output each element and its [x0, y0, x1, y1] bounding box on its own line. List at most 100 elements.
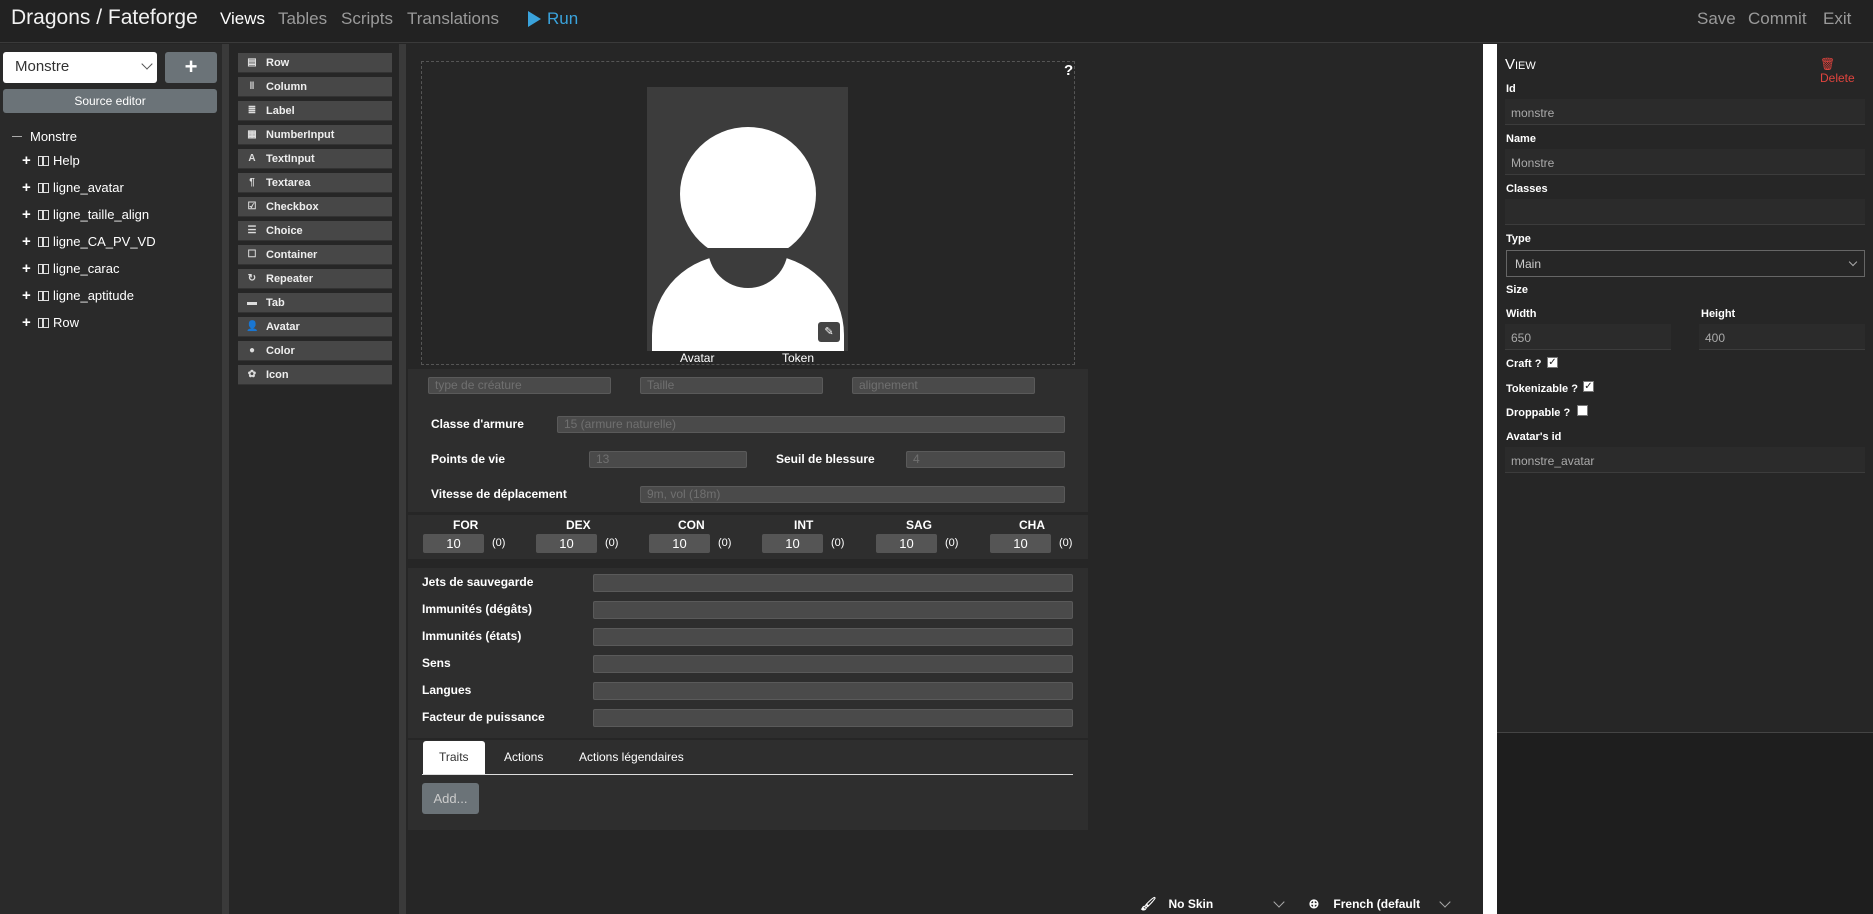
tab-traits[interactable]: Traits — [423, 741, 485, 774]
type-select[interactable]: Main — [1506, 250, 1865, 277]
table-icon — [38, 236, 49, 247]
component-icon[interactable]: ✿ Icon — [238, 365, 392, 385]
component-textarea[interactable]: ¶ Textarea — [238, 173, 392, 193]
stat-value-input[interactable]: 10 — [762, 534, 823, 553]
chevron-down-icon[interactable] — [1272, 896, 1285, 908]
expand-icon[interactable]: + — [22, 152, 34, 169]
tokenizable-label: Tokenizable ? — [1506, 383, 1578, 395]
help-icon[interactable]: ? — [1064, 62, 1073, 79]
edit-icon[interactable]: ✎ — [818, 322, 840, 342]
expand-icon[interactable]: + — [22, 179, 34, 196]
tab-actions-legendaires[interactable]: Actions légendaires — [563, 741, 700, 774]
component-label: NumberInput — [266, 128, 335, 141]
component-label[interactable]: ≣ Label — [238, 101, 392, 121]
skin-select[interactable]: No Skin — [1169, 897, 1275, 911]
component-container[interactable]: ☐ Container — [238, 245, 392, 265]
nav-tables[interactable]: Tables — [278, 9, 327, 29]
aptitude-input[interactable] — [593, 574, 1073, 592]
tree-item-ligne-avatar[interactable]: + ligne_avatar — [22, 179, 124, 196]
expand-icon[interactable]: + — [22, 233, 34, 250]
name-input[interactable]: Monstre — [1505, 149, 1865, 175]
expand-icon[interactable]: + — [22, 206, 34, 223]
component-row[interactable]: ▤ Row — [238, 53, 392, 73]
droppable-checkbox[interactable] — [1577, 405, 1588, 416]
tree-item-ligne-taille-align[interactable]: + ligne_taille_align — [22, 206, 149, 223]
component-column[interactable]: ‖ Column — [238, 77, 392, 97]
component-numberinput[interactable]: ▦ NumberInput — [238, 125, 392, 145]
view-select-value: Monstre — [15, 58, 70, 75]
component-tab[interactable]: ▬ Tab — [238, 293, 392, 313]
tree-item-row[interactable]: + Row — [22, 314, 79, 331]
add-button[interactable]: Add... — [422, 783, 479, 814]
stat-modifier: (0) — [718, 537, 732, 549]
right-splitter[interactable] — [1483, 44, 1497, 914]
palette-splitter[interactable] — [399, 44, 406, 914]
pv-label: Points de vie — [431, 452, 506, 466]
collapse-icon[interactable] — [12, 136, 22, 137]
classes-input[interactable] — [1505, 199, 1865, 225]
component-label: Container — [266, 248, 318, 261]
height-input[interactable]: 400 — [1699, 324, 1865, 350]
avatar-tab-label[interactable]: Avatar — [680, 351, 714, 365]
aptitude-input[interactable] — [593, 601, 1073, 619]
stat-name: FOR — [453, 518, 479, 532]
component-checkbox[interactable]: ☑ Checkbox — [238, 197, 392, 217]
tab-actions[interactable]: Actions — [488, 741, 559, 774]
stat-value-input[interactable]: 10 — [423, 534, 484, 553]
source-editor-button[interactable]: Source editor — [3, 89, 217, 113]
save-button[interactable]: Save — [1697, 9, 1736, 29]
tree-item-ligne-ca-pv-vd[interactable]: + ligne_CA_PV_VD — [22, 233, 156, 250]
commit-button[interactable]: Commit — [1748, 9, 1807, 29]
pv-input[interactable]: 13 — [589, 451, 747, 468]
aptitude-label: Langues — [422, 683, 472, 697]
tree-item-label: ligne_avatar — [53, 180, 124, 195]
list-icon: ☰ — [247, 225, 257, 236]
tree-item-ligne-aptitude[interactable]: + ligne_aptitude — [22, 287, 134, 304]
table-icon — [38, 263, 49, 274]
tree-item-ligne-carac[interactable]: + ligne_carac — [22, 260, 120, 277]
aptitude-label: Facteur de puissance — [422, 710, 545, 724]
nav-scripts[interactable]: Scripts — [341, 9, 393, 29]
component-choice[interactable]: ☰ Choice — [238, 221, 392, 241]
stat-value-input[interactable]: 10 — [649, 534, 710, 553]
add-view-button[interactable]: + — [165, 52, 217, 83]
expand-icon[interactable]: + — [22, 287, 34, 304]
component-color[interactable]: ● Color — [238, 341, 392, 361]
left-splitter[interactable] — [222, 44, 229, 914]
aptitude-input[interactable] — [593, 709, 1073, 727]
exit-button[interactable]: Exit — [1823, 9, 1851, 29]
component-avatar[interactable]: 👤 Avatar — [238, 317, 392, 337]
view-select[interactable]: Monstre — [3, 52, 157, 83]
token-tab-label[interactable]: Token — [782, 351, 814, 365]
aptitude-input[interactable] — [593, 655, 1073, 673]
stat-value-input[interactable]: 10 — [876, 534, 937, 553]
ca-input[interactable]: 15 (armure naturelle) — [557, 416, 1065, 433]
expand-icon[interactable]: + — [22, 260, 34, 277]
tokenizable-checkbox[interactable]: ✓ — [1583, 381, 1594, 392]
palette-icon: ● — [248, 345, 256, 356]
nav-translations[interactable]: Translations — [407, 9, 499, 29]
id-input[interactable]: monstre — [1505, 99, 1865, 125]
size-input[interactable]: Taille — [640, 377, 823, 394]
tree-root[interactable]: Monstre — [12, 129, 77, 144]
component-repeater[interactable]: ↻ Repeater — [238, 269, 392, 289]
component-textinput[interactable]: A TextInput — [238, 149, 392, 169]
aptitude-input[interactable] — [593, 682, 1073, 700]
chevron-down-icon[interactable] — [1439, 896, 1452, 908]
tree-item-help[interactable]: + Help — [22, 152, 80, 169]
creature-type-input[interactable]: type de créature — [428, 377, 611, 394]
seuil-input[interactable]: 4 — [906, 451, 1065, 468]
stat-value-input[interactable]: 10 — [990, 534, 1051, 553]
nav-views[interactable]: Views — [220, 9, 265, 29]
language-select[interactable]: French (default — [1333, 897, 1441, 911]
run-button[interactable]: Run — [528, 9, 578, 29]
width-input[interactable]: 650 — [1505, 324, 1671, 350]
avatar-id-input[interactable]: monstre_avatar — [1505, 447, 1865, 473]
delete-button[interactable]: 🗑 Delete — [1820, 57, 1873, 85]
alignment-input[interactable]: alignement — [852, 377, 1035, 394]
aptitude-input[interactable] — [593, 628, 1073, 646]
craft-checkbox[interactable]: ✓ — [1547, 357, 1558, 368]
vd-input[interactable]: 9m, vol (18m) — [640, 486, 1065, 503]
stat-value-input[interactable]: 10 — [536, 534, 597, 553]
expand-icon[interactable]: + — [22, 314, 34, 331]
